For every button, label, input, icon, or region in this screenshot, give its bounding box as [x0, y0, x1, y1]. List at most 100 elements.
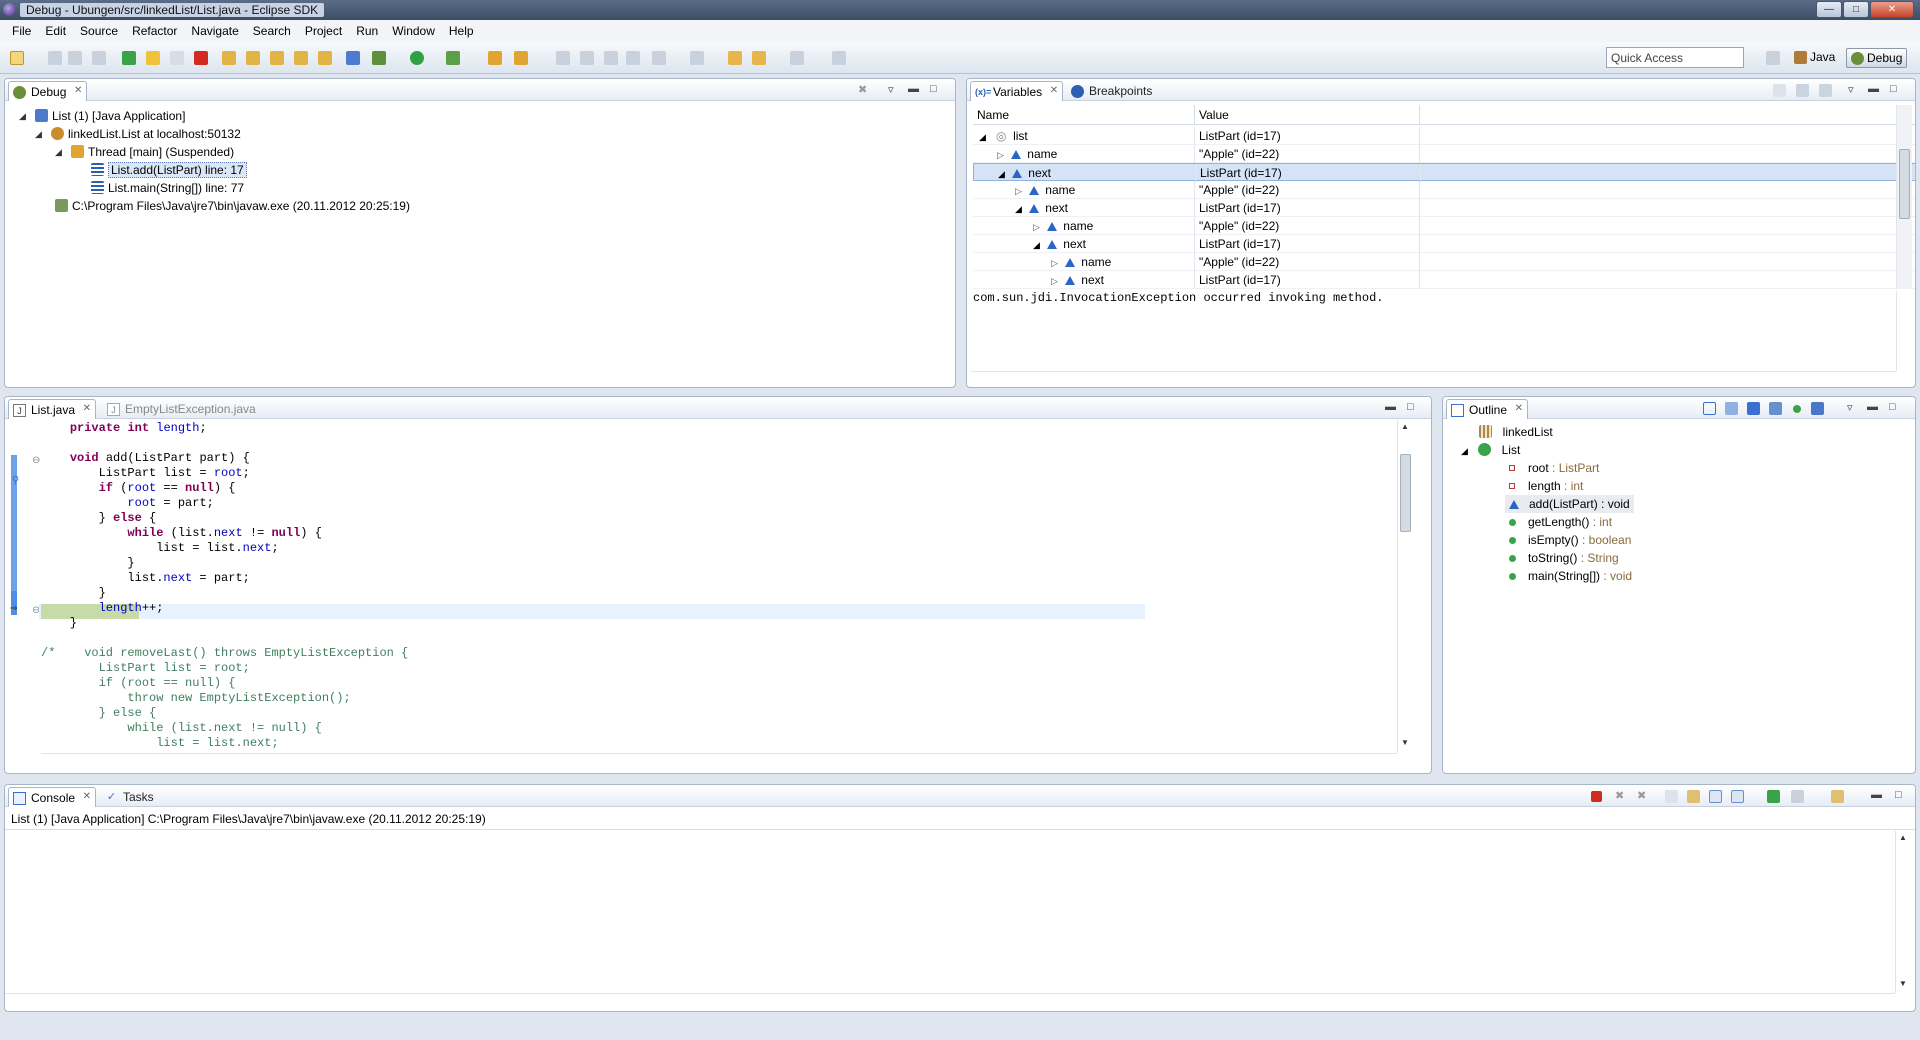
drop-to-frame-icon[interactable]: [294, 51, 308, 65]
variable-row[interactable]: ▷ name "Apple" (id=22): [973, 253, 1915, 271]
tree-item-frame-add[interactable]: List.add(ListPart) line: 17: [91, 161, 247, 179]
skip-breakpoints-icon[interactable]: [122, 51, 136, 65]
suspend-icon[interactable]: [170, 51, 184, 65]
variables-scrollbar[interactable]: [1896, 105, 1912, 289]
show-type-names-icon[interactable]: [1773, 84, 1786, 97]
column-name[interactable]: Name: [977, 108, 1009, 122]
scrollbar-thumb[interactable]: [1400, 454, 1411, 532]
hide-local-types-icon[interactable]: [1811, 402, 1824, 415]
fold-icon[interactable]: ⊖: [32, 455, 40, 466]
variable-row[interactable]: ◢ next ListPart (id=17): [973, 235, 1915, 253]
outline-member[interactable]: isEmpty() : boolean: [1509, 531, 1631, 549]
tab-console[interactable]: Console ✕: [8, 787, 97, 807]
search-icon[interactable]: [514, 51, 528, 65]
collapse-all-icon[interactable]: [1703, 402, 1716, 415]
menu-file[interactable]: File: [5, 24, 38, 38]
minimize-view-icon[interactable]: ▬: [1385, 401, 1396, 413]
console-scrollbar[interactable]: ▲ ▼: [1895, 831, 1911, 993]
menu-search[interactable]: Search: [246, 24, 298, 38]
terminate-icon[interactable]: [194, 51, 208, 65]
use-step-filters-icon[interactable]: [318, 51, 332, 65]
display-console-icon[interactable]: [1791, 790, 1804, 803]
expand-icon[interactable]: ◢: [55, 143, 62, 161]
variable-row[interactable]: ▷ name "Apple" (id=22): [973, 145, 1915, 163]
tab-breakpoints[interactable]: Breakpoints: [1067, 81, 1158, 101]
variable-row[interactable]: ◢ next ListPart (id=17): [973, 199, 1915, 217]
outline-member[interactable]: main(String[]) : void: [1509, 567, 1632, 585]
next-annotation-icon[interactable]: [652, 51, 666, 65]
variable-row[interactable]: ▷ next ListPart (id=17): [973, 271, 1915, 289]
variable-row-selected[interactable]: ◢ next ListPart (id=17): [973, 163, 1915, 182]
view-menu-icon[interactable]: ▿: [1848, 83, 1854, 96]
show-on-stderr-icon[interactable]: [1731, 790, 1744, 803]
tree-item-frame-main[interactable]: List.main(String[]) line: 77: [91, 179, 244, 197]
minimize-button[interactable]: —: [1816, 1, 1842, 18]
external-tools-icon[interactable]: [446, 51, 460, 65]
tab-list-java[interactable]: J List.java ✕: [8, 399, 97, 419]
minimize-view-icon[interactable]: ▬: [1871, 789, 1882, 801]
clear-console-icon[interactable]: [1665, 790, 1678, 803]
menu-source[interactable]: Source: [73, 24, 125, 38]
perspective-debug[interactable]: Debug: [1846, 48, 1908, 68]
hide-non-public-icon[interactable]: [1793, 405, 1801, 413]
menu-edit[interactable]: Edit: [38, 24, 73, 38]
perspective-java[interactable]: Java: [1790, 48, 1839, 68]
maximize-button[interactable]: □: [1843, 1, 1869, 18]
close-icon[interactable]: ✕: [74, 85, 82, 96]
show-on-stdout-icon[interactable]: [1709, 790, 1722, 803]
outline-package[interactable]: linkedList: [1479, 423, 1553, 441]
show-logical-structure-icon[interactable]: [1796, 84, 1809, 97]
minimize-view-icon[interactable]: ▬: [908, 83, 919, 95]
annotation-next-icon[interactable]: [556, 51, 570, 65]
last-edit-icon[interactable]: [728, 51, 742, 65]
save-icon[interactable]: [48, 51, 62, 65]
step-over-icon[interactable]: [246, 51, 260, 65]
step-into-icon[interactable]: [222, 51, 236, 65]
back-icon[interactable]: [752, 51, 766, 65]
hide-static-icon[interactable]: [1769, 402, 1782, 415]
open-type-icon[interactable]: [488, 51, 502, 65]
forward-icon[interactable]: [790, 51, 804, 65]
toggle-mark-icon[interactable]: [604, 51, 618, 65]
editor-h-scrollbar[interactable]: [41, 753, 1397, 769]
column-value[interactable]: Value: [1199, 108, 1229, 122]
menu-run[interactable]: Run: [349, 24, 385, 38]
pin-editor-icon[interactable]: [832, 51, 846, 65]
variable-row[interactable]: ▷ name "Apple" (id=22): [973, 217, 1915, 235]
outline-member[interactable]: root : ListPart: [1509, 459, 1599, 477]
view-menu-icon[interactable]: ▿: [1847, 401, 1853, 414]
prev-annotation-icon[interactable]: [690, 51, 704, 65]
annotation-prev-icon[interactable]: [580, 51, 594, 65]
menu-window[interactable]: Window: [385, 24, 442, 38]
maximize-view-icon[interactable]: □: [1890, 83, 1897, 95]
toggle-block-icon[interactable]: [626, 51, 640, 65]
outline-class[interactable]: ◢ List: [1461, 441, 1520, 459]
minimize-view-icon[interactable]: ▬: [1868, 83, 1879, 95]
terminate-icon[interactable]: [1591, 791, 1602, 802]
tab-debug[interactable]: Debug ✕: [8, 81, 88, 101]
step-return-icon[interactable]: [270, 51, 284, 65]
new-icon[interactable]: [10, 51, 24, 65]
scroll-lock-icon[interactable]: [1687, 790, 1700, 803]
pin-console-icon[interactable]: [1767, 790, 1780, 803]
menu-project[interactable]: Project: [298, 24, 349, 38]
open-console-icon[interactable]: [1831, 790, 1844, 803]
editor-scrollbar[interactable]: ▲ ▼: [1397, 420, 1413, 753]
close-icon[interactable]: ✕: [1050, 85, 1058, 96]
tree-item-process[interactable]: C:\Program Files\Java\jre7\bin\javaw.exe…: [55, 197, 410, 215]
debug-icon[interactable]: [372, 51, 386, 65]
outline-member-selected[interactable]: add(ListPart) : void: [1505, 495, 1634, 513]
outline-member[interactable]: getLength() : int: [1509, 513, 1612, 531]
run-last-icon[interactable]: [346, 51, 360, 65]
tab-empty-list-exception[interactable]: J EmptyListException.java: [103, 399, 262, 419]
view-menu-icon[interactable]: ▿: [888, 83, 894, 96]
detail-h-scrollbar[interactable]: [971, 371, 1896, 387]
variable-row[interactable]: ◢ ◎ list ListPart (id=17): [973, 127, 1915, 145]
open-perspective-icon[interactable]: [1766, 51, 1780, 65]
scrollbar-thumb[interactable]: [1899, 149, 1910, 219]
close-icon[interactable]: ✕: [1515, 403, 1523, 414]
console-h-scrollbar[interactable]: [5, 993, 1895, 1009]
maximize-view-icon[interactable]: □: [1407, 401, 1414, 413]
resume-icon[interactable]: [146, 51, 160, 65]
close-button[interactable]: ✕: [1870, 1, 1914, 18]
